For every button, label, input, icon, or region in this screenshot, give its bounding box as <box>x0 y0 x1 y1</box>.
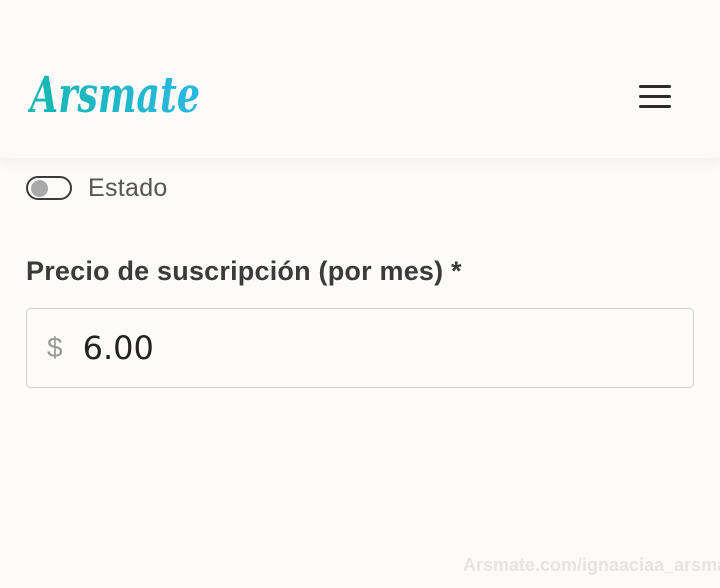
toggle-knob <box>31 180 48 197</box>
subscription-price-field[interactable]: $ <box>26 308 694 388</box>
status-toggle[interactable] <box>26 176 72 200</box>
menu-bar <box>639 94 671 98</box>
price-input[interactable] <box>82 329 643 367</box>
top-header: Arsmate <box>0 0 720 158</box>
currency-symbol: $ <box>47 332 63 363</box>
arsmate-logo[interactable]: Arsmate <box>28 62 204 126</box>
menu-bar <box>639 84 671 88</box>
status-toggle-label: Estado <box>88 173 168 202</box>
subscription-price-label: Precio de suscripción (por mes) * <box>26 256 462 286</box>
status-toggle-row: Estado <box>26 170 168 206</box>
logo-text: Arsmate <box>28 65 200 124</box>
watermark-text: Arsmate.com/ignaaciaa_arsmate <box>463 555 720 575</box>
menu-bar <box>639 104 671 108</box>
hamburger-menu-icon[interactable] <box>626 72 684 120</box>
